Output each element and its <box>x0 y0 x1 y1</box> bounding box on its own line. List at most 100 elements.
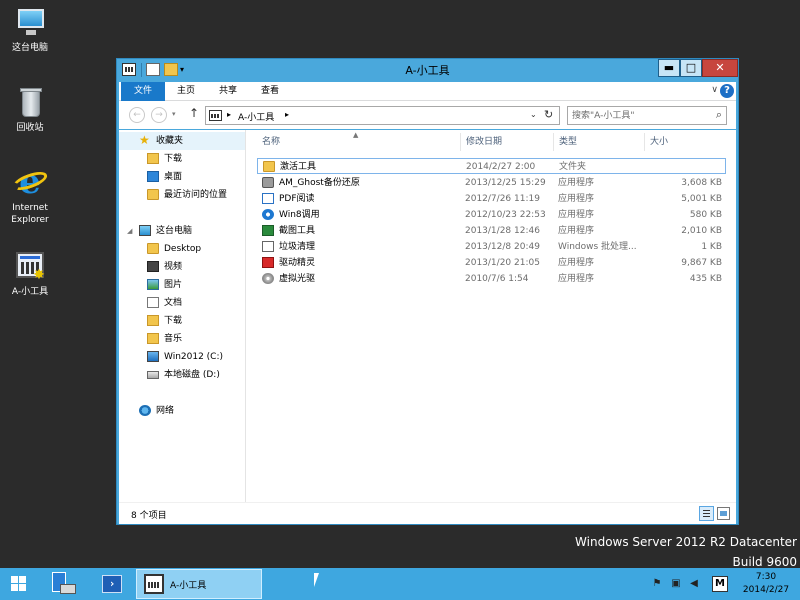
maximize-button[interactable]: □ <box>680 59 702 77</box>
details-view-icon[interactable] <box>699 506 714 521</box>
tab-view[interactable]: 查看 <box>258 82 282 101</box>
network-icon <box>139 405 151 416</box>
driver-icon <box>262 257 274 268</box>
clock-date: 2014/2/27 <box>742 585 790 595</box>
address-bar[interactable]: ▸ A-小工具 ▸ ⌄ ↻ <box>205 106 560 125</box>
ribbon-tabs: 文件 主页 共享 查看 ∨ ? <box>119 82 736 101</box>
title-bar[interactable]: ▾ A-小工具 ▬ □ ✕ <box>117 59 738 81</box>
minimize-button[interactable]: ▬ <box>658 59 680 77</box>
win8-icon <box>262 209 274 220</box>
desktop-icon-label: 回收站 <box>16 123 44 133</box>
powershell-button[interactable]: › <box>91 570 133 598</box>
nav-item-this-pc[interactable]: ◢ 这台电脑 <box>119 222 245 240</box>
table-row[interactable]: Win8调用 2012/10/23 22:53 应用程序 580 KB <box>257 207 726 223</box>
music-icon <box>147 333 159 344</box>
breadcrumb-separator[interactable]: ▸ <box>227 110 231 119</box>
start-button[interactable] <box>0 568 40 600</box>
search-input[interactable] <box>572 109 702 122</box>
tab-file[interactable]: 文件 <box>121 82 165 101</box>
status-bar: 8 个项目 <box>119 502 736 524</box>
desktop-icon-label: 这台电脑 <box>11 43 48 53</box>
table-row[interactable]: AM_Ghost备份还原 2013/12/25 15:29 应用程序 3,608… <box>257 175 726 191</box>
nav-item-pictures[interactable]: 图片 <box>119 276 245 294</box>
breadcrumb-item[interactable]: A-小工具 <box>238 110 274 123</box>
back-button[interactable]: ← <box>129 107 145 123</box>
recent-places-icon <box>147 189 159 200</box>
help-icon[interactable]: ? <box>720 84 734 98</box>
column-header-type[interactable]: 类型 <box>553 133 644 151</box>
table-row[interactable]: 虚拟光驱 2010/7/6 1:54 应用程序 435 KB <box>257 271 726 287</box>
network-status-icon[interactable]: ▣ <box>669 577 683 590</box>
input-method-indicator[interactable]: M <box>712 576 728 592</box>
nav-item-pc-downloads[interactable]: 下载 <box>119 312 245 330</box>
nav-item-documents[interactable]: 文档 <box>119 294 245 312</box>
collapse-icon[interactable]: ◢ <box>127 222 132 240</box>
navigation-bar: ← → ▾ ↑ ▸ A-小工具 ▸ ⌄ ↻ ⌕ <box>119 101 736 129</box>
star-icon: ★ <box>139 133 150 147</box>
mouse-cursor-icon <box>313 572 324 588</box>
nav-item-drive-c[interactable]: Win2012 (C:) <box>119 348 245 366</box>
explorer-window: ▾ A-小工具 ▬ □ ✕ 文件 主页 共享 查看 ∨ ? ← → ▾ ↑ ▸ … <box>116 58 739 525</box>
taskbar-window-label: A-小工具 <box>170 581 207 591</box>
computer-icon <box>14 6 46 38</box>
nav-item-recent[interactable]: 最近访问的位置 <box>119 186 245 204</box>
address-dropdown-icon[interactable]: ⌄ <box>530 110 537 119</box>
pdf-icon <box>262 193 274 204</box>
nav-item-pc-desktop[interactable]: Desktop <box>119 240 245 258</box>
close-button[interactable]: ✕ <box>702 59 738 77</box>
table-row[interactable]: 垃圾清理 2013/12/8 20:49 Windows 批处理... 1 KB <box>257 239 726 255</box>
screenshot-icon <box>262 225 274 236</box>
nav-item-desktop[interactable]: 桌面 <box>119 168 245 186</box>
folder-icon <box>147 243 159 254</box>
folder-location-icon <box>209 110 222 121</box>
computer-icon <box>139 225 151 236</box>
column-header-name[interactable]: 名称 ▲ <box>257 131 460 151</box>
nav-item-network[interactable]: 网络 <box>119 402 245 420</box>
table-row[interactable]: PDF阅读 2012/7/26 11:19 应用程序 5,001 KB <box>257 191 726 207</box>
os-watermark: Windows Server 2012 R2 Datacenter Build … <box>575 532 797 572</box>
clock[interactable]: 7:30 2014/2/27 <box>738 571 794 597</box>
taskbar: › A-小工具 ⚑ ▣ ◀ M 7:30 2014/2/27 <box>0 568 800 600</box>
nav-item-music[interactable]: 音乐 <box>119 330 245 348</box>
nav-item-favorites[interactable]: ★ 收藏夹 <box>119 132 245 150</box>
sort-ascending-icon: ▲ <box>353 131 359 139</box>
breadcrumb-separator[interactable]: ▸ <box>285 110 289 119</box>
search-box[interactable]: ⌕ <box>567 106 727 125</box>
nav-item-drive-d[interactable]: 本地磁盘 (D:) <box>119 366 245 384</box>
ghost-icon <box>262 177 274 188</box>
action-center-icon[interactable]: ⚑ <box>650 577 664 590</box>
forward-button[interactable]: → <box>151 107 167 123</box>
up-button[interactable]: ↑ <box>189 106 199 120</box>
recent-locations-icon[interactable]: ▾ <box>172 110 176 118</box>
hard-drive-icon <box>147 371 159 379</box>
refresh-icon[interactable]: ↻ <box>544 108 553 121</box>
desktop-icon-label: A-小工具 <box>11 287 49 297</box>
virtual-cd-icon <box>262 273 274 284</box>
table-row[interactable]: 激活工具 2014/2/27 2:00 文件夹 <box>257 158 726 174</box>
volume-icon[interactable]: ◀ <box>687 577 701 590</box>
tab-home[interactable]: 主页 <box>174 82 198 101</box>
column-header-date[interactable]: 修改日期 <box>460 133 553 151</box>
internet-explorer-icon: e <box>10 165 50 199</box>
tab-share[interactable]: 共享 <box>216 82 240 101</box>
nav-item-videos[interactable]: 视频 <box>119 258 245 276</box>
desktop-icon-internet-explorer[interactable]: e Internet Explorer <box>0 165 60 226</box>
recycle-bin-icon <box>14 86 46 118</box>
server-manager-button[interactable] <box>44 570 86 598</box>
desktop-icon-this-pc[interactable]: 这台电脑 <box>0 6 60 54</box>
os-edition: Windows Server 2012 R2 Datacenter <box>575 535 797 549</box>
search-icon[interactable]: ⌕ <box>716 108 722 122</box>
large-icons-view-icon[interactable] <box>717 507 730 520</box>
table-row[interactable]: 驱动精灵 2013/1/20 21:05 应用程序 9,867 KB <box>257 255 726 271</box>
batch-file-icon <box>262 241 274 252</box>
clock-time: 7:30 <box>755 572 777 582</box>
column-headers: 名称 ▲ 修改日期 类型 大小 <box>257 131 726 151</box>
column-header-size[interactable]: 大小 <box>644 133 726 151</box>
taskbar-explorer-window[interactable]: A-小工具 <box>136 569 262 599</box>
table-row[interactable]: 截图工具 2013/1/28 12:46 应用程序 2,010 KB <box>257 223 726 239</box>
desktop-icon-tools-folder[interactable]: ✸ A-小工具 <box>0 250 60 298</box>
desktop-icon-recycle-bin[interactable]: 回收站 <box>0 86 60 134</box>
nav-item-downloads[interactable]: 下载 <box>119 150 245 168</box>
expand-ribbon-icon[interactable]: ∨ <box>711 85 718 95</box>
app-folder-icon <box>144 574 164 594</box>
